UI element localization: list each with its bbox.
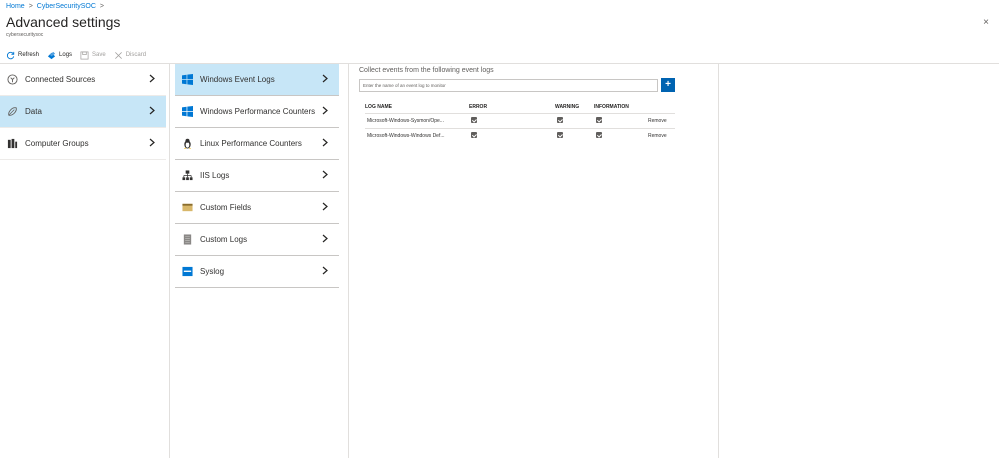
logs-button[interactable]: Logs [47,51,72,60]
error-checkbox[interactable] [471,117,477,123]
save-icon [80,51,89,59]
refresh-button[interactable]: Refresh [6,51,39,60]
nav-item-label: Connected Sources [25,75,96,84]
breadcrumb-separator: > [28,3,33,10]
custom-fields-icon [181,202,193,214]
breadcrumb-workspace[interactable]: CyberSecuritySOC [37,3,96,10]
close-button[interactable]: × [983,17,989,28]
information-checkbox[interactable] [596,117,602,123]
toolbar: Refresh Logs Save Discard [6,49,146,61]
chevron-right-icon [321,266,329,277]
log-name-cell: Microsoft-Windows-Sysmon/Ope... [367,118,444,124]
nav-item-data[interactable]: Data [0,96,166,128]
table-row: Microsoft-Windows-Windows Def... Remove [365,128,675,143]
nav-item-custom-logs[interactable]: Custom Logs [175,224,339,256]
chevron-right-icon [321,106,329,117]
windows-icon [181,74,193,86]
chevron-right-icon [148,138,156,149]
custom-logs-icon [181,234,193,246]
nav-item-custom-fields[interactable]: Custom Fields [175,192,339,224]
page-title: Advanced settings [6,14,121,30]
page-subtitle: cybersecuritysoc [6,32,44,38]
windows-icon [181,106,193,118]
nav-item-windows-event-logs[interactable]: Windows Event Logs [175,64,339,96]
information-checkbox[interactable] [596,132,602,138]
nav-item-label: Data [25,107,42,116]
logs-label: Logs [59,52,73,58]
nav-item-connected-sources[interactable]: Connected Sources [0,64,166,96]
column-header-information: INFORMATION [594,104,629,110]
save-button[interactable]: Save [80,51,106,60]
nav-item-label: Custom Fields [200,203,252,212]
error-checkbox[interactable] [471,132,477,138]
settings-nav: Connected Sources Data Computer Groups [0,64,170,458]
linux-icon [181,138,193,150]
nav-item-linux-performance-counters[interactable]: Linux Performance Counters [175,128,339,160]
nav-item-label: Windows Event Logs [200,75,275,84]
data-sources-nav: Windows Event Logs Windows Performance C… [170,64,349,458]
chevron-right-icon [148,106,156,117]
chevron-right-icon [321,170,329,181]
table-row: Microsoft-Windows-Sysmon/Ope... Remove [365,113,675,128]
nav-item-label: Syslog [200,267,225,276]
event-log-input[interactable] [359,79,658,92]
chevron-right-icon [321,138,329,149]
warning-checkbox[interactable] [557,117,563,123]
nav-item-iis-logs[interactable]: IIS Logs [175,160,339,192]
column-header-warning: WARNING [555,104,580,110]
column-header-error: ERROR [469,104,488,110]
syslog-icon [181,266,193,278]
refresh-icon [6,51,15,59]
log-name-cell: Microsoft-Windows-Windows Def... [367,133,445,139]
nav-item-label: Windows Performance Counters [200,107,316,116]
discard-button[interactable]: Discard [114,51,146,60]
iis-icon [181,170,193,182]
nav-item-computer-groups[interactable]: Computer Groups [0,128,166,160]
column-header-log-name: LOG NAME [365,104,392,110]
nav-item-label: Linux Performance Counters [200,139,302,148]
refresh-label: Refresh [18,52,40,58]
event-logs-panel: Collect events from the following event … [349,64,719,458]
computer-groups-icon [6,138,18,150]
remove-link[interactable]: Remove [648,118,667,124]
chevron-right-icon [321,202,329,213]
nav-item-syslog[interactable]: Syslog [175,256,339,288]
connected-sources-icon [6,74,18,86]
warning-checkbox[interactable] [557,132,563,138]
chevron-right-icon [321,234,329,245]
panel-heading: Collect events from the following event … [359,67,494,74]
chevron-right-icon [321,74,329,85]
chevron-right-icon [148,74,156,85]
nav-item-windows-performance-counters[interactable]: Windows Performance Counters [175,96,339,128]
breadcrumb-separator: > [99,3,105,10]
save-label: Save [92,52,106,58]
nav-item-label: Computer Groups [25,139,89,148]
logs-icon [47,51,56,59]
breadcrumb: Home > CyberSecuritySOC > [6,3,104,10]
breadcrumb-home[interactable]: Home [6,3,25,10]
add-event-log-button[interactable]: + [661,78,675,92]
discard-icon [114,51,122,59]
remove-link[interactable]: Remove [648,133,667,139]
discard-label: Discard [125,52,147,58]
data-icon [6,106,18,118]
nav-item-label: IIS Logs [200,171,230,180]
nav-item-label: Custom Logs [200,235,248,244]
